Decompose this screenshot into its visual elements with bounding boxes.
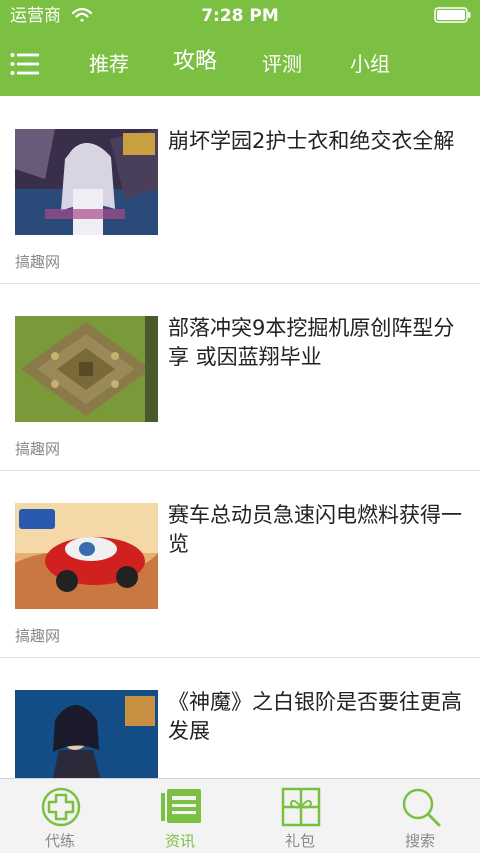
article-source: 搞趣网 <box>15 253 61 271</box>
status-bar: 运营商 7:28 PM <box>0 0 480 32</box>
tabbar-item-search[interactable]: 搜索 <box>360 779 480 853</box>
anime-character-image <box>15 129 158 235</box>
tab-groups[interactable]: 小组 <box>350 50 390 78</box>
search-icon <box>402 788 441 827</box>
tab-guides[interactable]: 攻略 <box>173 48 217 76</box>
article-item[interactable]: 赛车总动员急速闪电燃料获得一览 搞趣网 <box>0 471 480 658</box>
tab-reviews[interactable]: 评测 <box>262 50 302 78</box>
tabbar-item-gifts[interactable]: 礼包 <box>240 779 360 853</box>
article-title[interactable]: 部落冲突9本挖掘机原创阵型分享 或因蓝翔毕业 <box>168 314 464 372</box>
bottom-tabbar: 代练 资讯 礼包 搜索 <box>0 778 480 853</box>
battery-icon <box>434 7 471 23</box>
cross-circle-icon <box>41 787 81 827</box>
article-thumbnail <box>15 316 158 422</box>
tab-recommend[interactable]: 推荐 <box>89 50 129 78</box>
gift-icon <box>281 787 321 827</box>
article-item[interactable]: 部落冲突9本挖掘机原创阵型分享 或因蓝翔毕业 搞趣网 <box>0 284 480 471</box>
article-thumbnail <box>15 503 158 609</box>
tabbar-label: 搜索 <box>404 832 435 850</box>
article-title[interactable]: 崩坏学园2护士衣和绝交衣全解 <box>168 127 464 156</box>
article-title[interactable]: 《神魔》之白银阶是否要往更高发展 <box>168 688 464 746</box>
tabbar-label: 代练 <box>44 832 75 850</box>
nav-bar: 推荐 攻略 评测 小组 <box>0 32 480 96</box>
menu-icon[interactable] <box>10 51 40 77</box>
clash-base-image <box>15 316 158 422</box>
app-header: 运营商 7:28 PM 推荐 攻略 评测 小组 <box>0 0 480 96</box>
article-thumbnail <box>15 129 158 235</box>
news-icon <box>161 789 201 823</box>
status-time: 7:28 PM <box>201 6 279 26</box>
cars-game-image <box>15 503 158 609</box>
tabbar-item-boosting[interactable]: 代练 <box>0 779 120 853</box>
article-source: 搞趣网 <box>15 627 61 645</box>
tabbar-item-news[interactable]: 资讯 <box>120 779 240 853</box>
article-source: 搞趣网 <box>15 440 61 458</box>
tabbar-label: 资讯 <box>164 832 195 850</box>
article-item[interactable]: 崩坏学园2护士衣和绝交衣全解 搞趣网 <box>0 97 480 284</box>
article-title[interactable]: 赛车总动员急速闪电燃料获得一览 <box>168 501 464 559</box>
tabbar-label: 礼包 <box>284 832 315 850</box>
